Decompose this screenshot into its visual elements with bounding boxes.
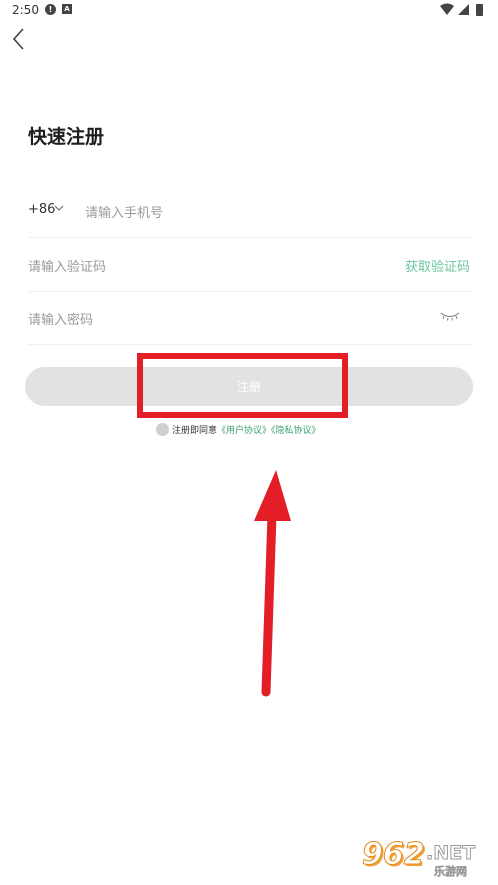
wifi-icon <box>440 3 454 15</box>
eye-closed-icon[interactable] <box>440 311 460 321</box>
watermark-suffix: .NET <box>425 842 476 865</box>
verification-code-input[interactable]: 请输入验证码 <box>28 256 106 275</box>
get-code-button[interactable]: 获取验证码 <box>405 256 470 275</box>
agreement-prefix: 注册即同意 <box>172 426 218 436</box>
watermark-logo: 962 .NET 乐游网 <box>362 837 492 881</box>
phone-row: +86 请输入手机号 <box>28 186 472 238</box>
watermark-cn: 乐游网 <box>434 865 468 879</box>
battery-icon <box>476 4 483 16</box>
agreement-text: 注册即同意《用户协议》《隐私协议》 <box>172 423 321 436</box>
highlight-box <box>137 353 348 418</box>
password-input[interactable]: 请输入密码 <box>28 309 93 328</box>
alert-icon: ! <box>45 4 56 15</box>
status-indicators <box>440 3 483 16</box>
a-notification-icon: A <box>62 4 72 14</box>
status-time: 2:50 <box>12 3 39 17</box>
agree-checkbox[interactable] <box>156 423 169 436</box>
watermark-number: 962 <box>362 837 426 873</box>
page-title: 快速注册 <box>28 126 105 148</box>
status-bar: 2:50 ! A <box>0 0 498 22</box>
chevron-left-icon <box>12 28 24 50</box>
code-row: 请输入验证码 获取验证码 <box>28 240 472 292</box>
chevron-down-icon[interactable] <box>54 205 64 213</box>
privacy-agreement-link[interactable]: 《隐私协议》 <box>271 426 321 436</box>
user-agreement-link[interactable]: 《用户协议》 <box>217 426 271 436</box>
country-code-selector[interactable]: +86 <box>28 202 55 217</box>
password-row: 请输入密码 <box>28 293 472 345</box>
signal-icon <box>458 4 469 15</box>
phone-input[interactable]: 请输入手机号 <box>85 202 163 221</box>
back-button[interactable] <box>8 26 32 54</box>
